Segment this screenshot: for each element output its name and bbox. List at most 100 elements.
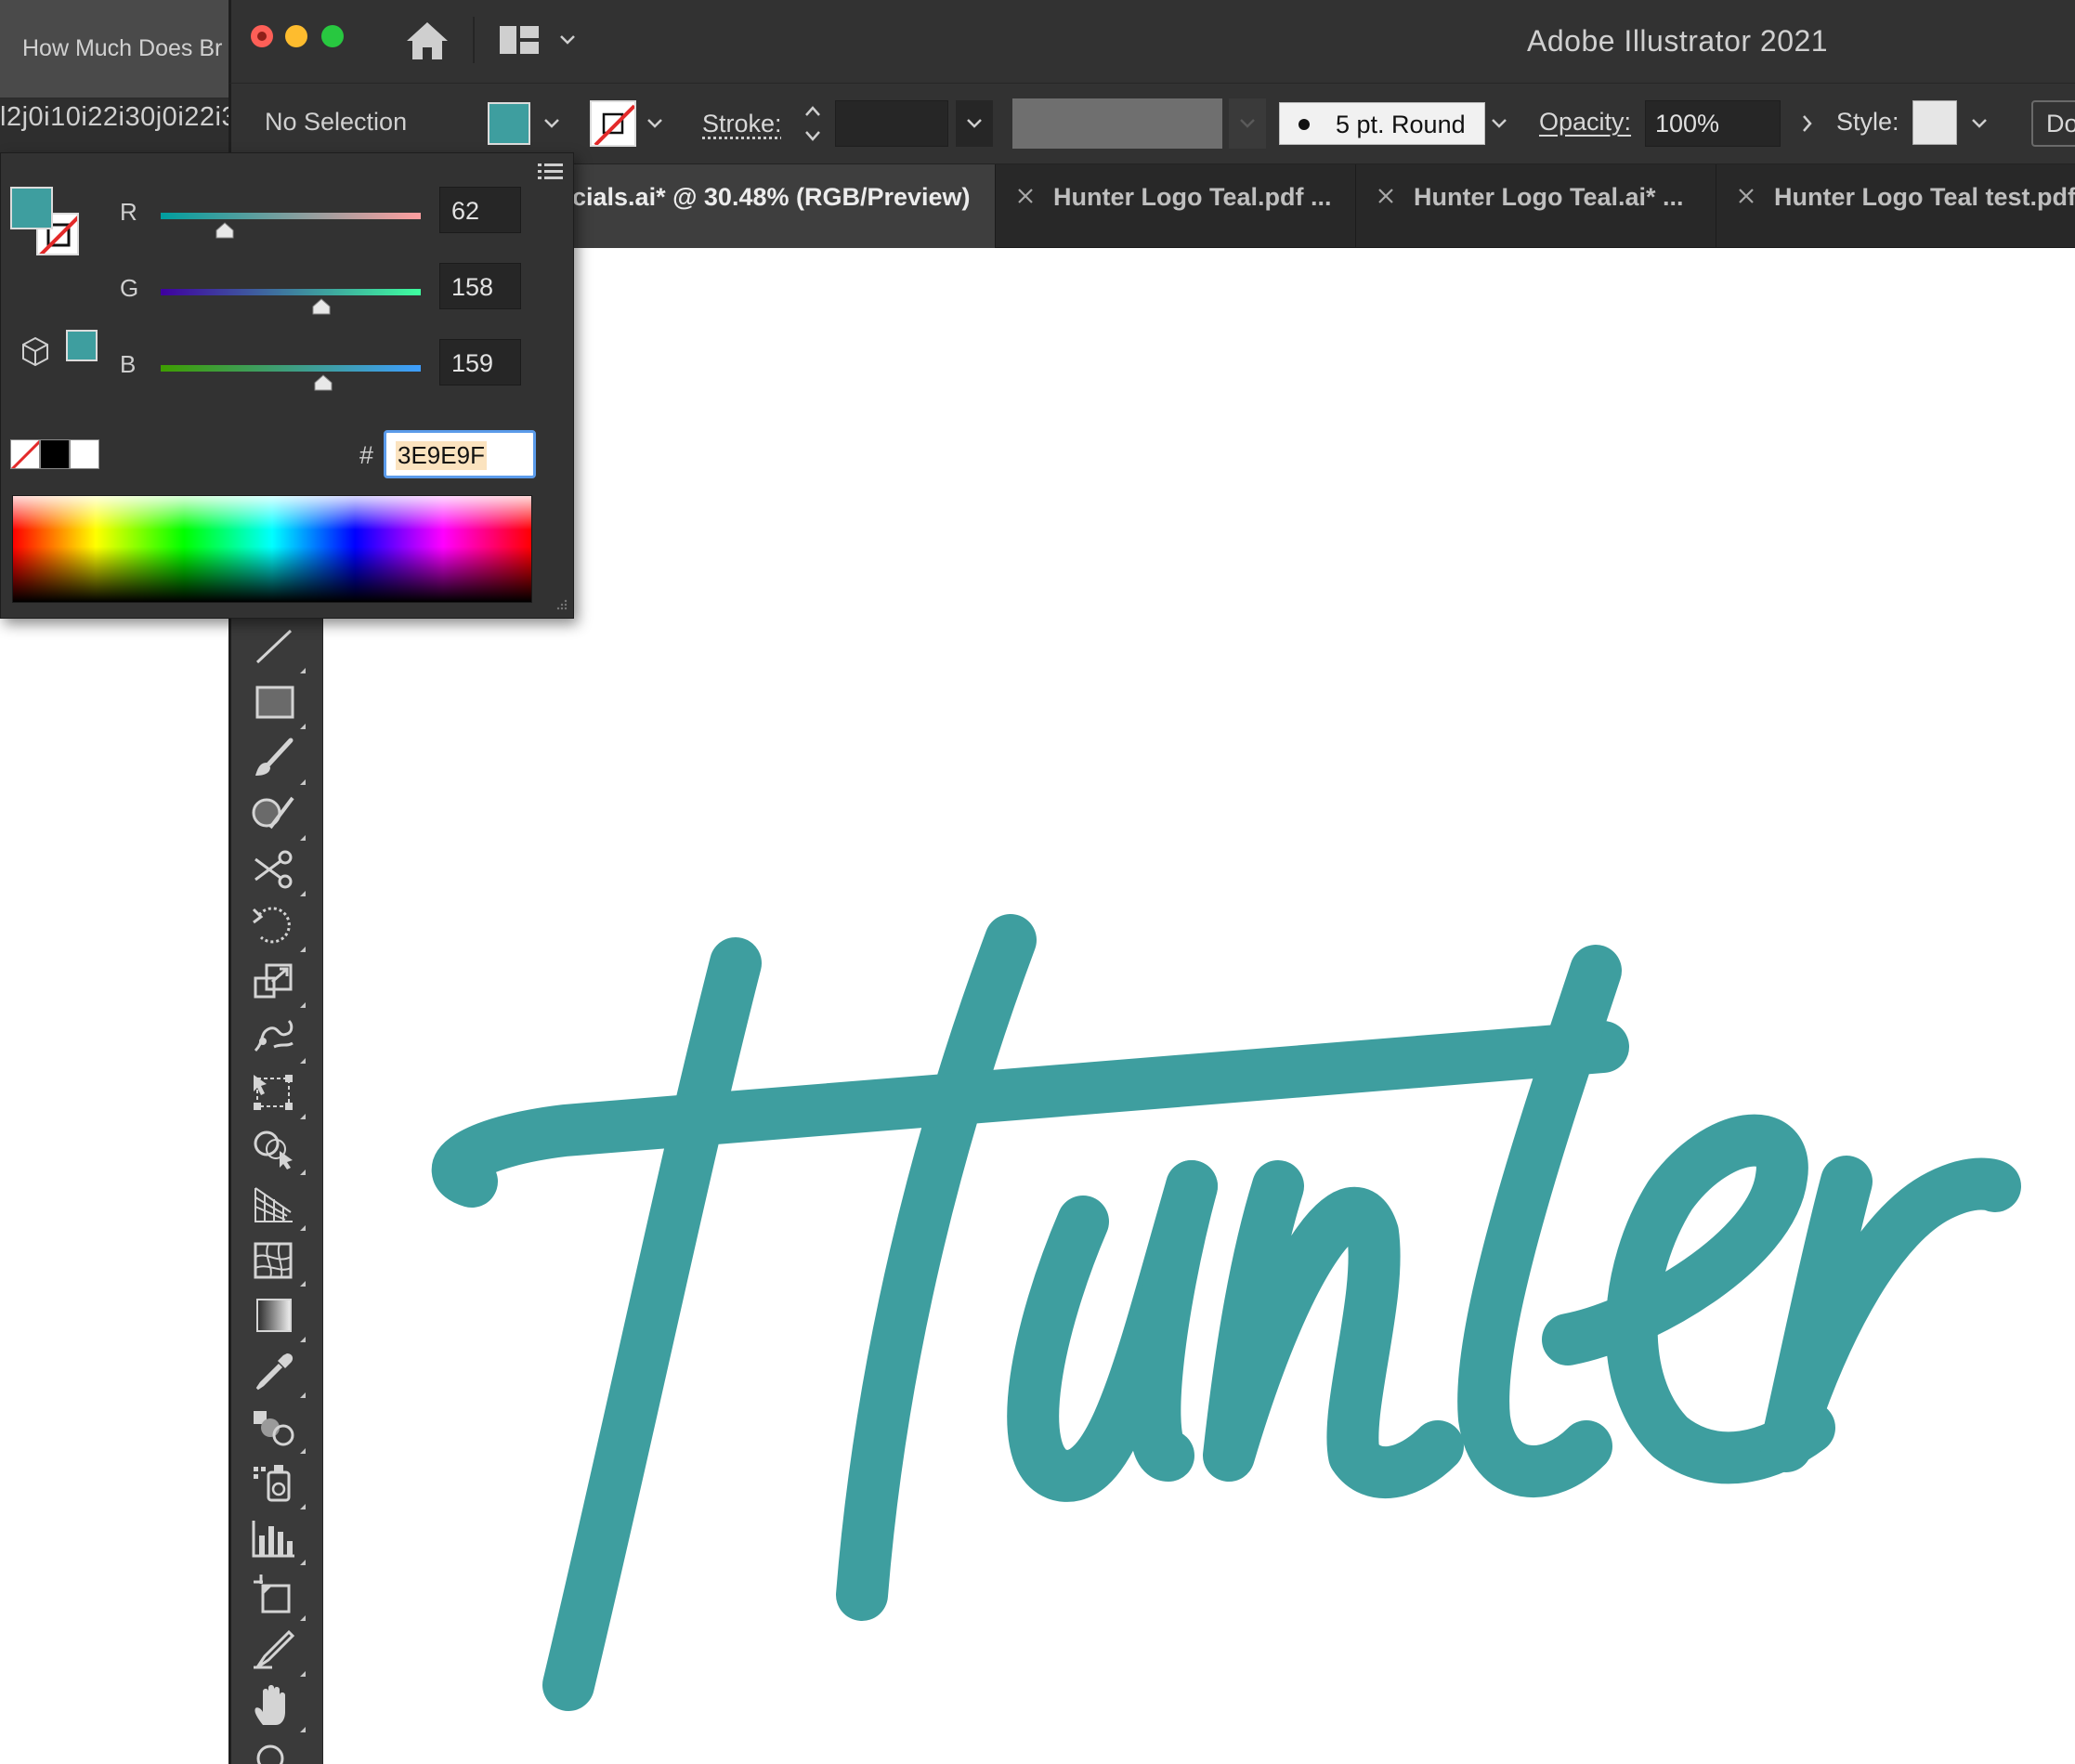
document-tab[interactable]: Hunter Logo Teal test.pdf (1716, 164, 2075, 248)
stroke-color-swatch[interactable] (590, 100, 636, 147)
window-close-button[interactable] (251, 25, 273, 47)
browser-tab-title: How Much Does Br (22, 35, 222, 62)
style-dropdown[interactable] (1965, 102, 1993, 145)
mesh-tool[interactable] (246, 1236, 311, 1288)
scissors-tool[interactable] (246, 846, 311, 898)
blue-value-input[interactable]: 159 (439, 339, 521, 385)
chevron-down-icon (956, 100, 993, 147)
eyedropper-tool-icon (246, 1348, 302, 1394)
style-label: Style: (1836, 108, 1899, 137)
zoom-tool[interactable] (246, 1738, 311, 1764)
chevron-down-icon (538, 102, 566, 145)
browser-tab[interactable]: How Much Does Br (0, 0, 232, 98)
document-tab[interactable]: Hunter Logo Teal.pdf ... (996, 164, 1356, 248)
gradient-tool[interactable] (246, 1292, 311, 1344)
rectangle-tool-icon (246, 679, 302, 725)
stroke-dropdown[interactable] (641, 102, 669, 145)
column-graph-tool[interactable] (246, 1515, 311, 1567)
logo-stroke-u-right (1155, 1186, 1192, 1456)
fill-stroke-widget[interactable] (10, 187, 81, 257)
stepper-arrows-icon (799, 97, 827, 150)
symbol-sprayer-tool[interactable] (246, 1459, 311, 1511)
blend-tool[interactable] (246, 1404, 311, 1456)
logo-stroke-r (1786, 1182, 1995, 1446)
scale-tool[interactable] (246, 958, 311, 1010)
color-spectrum-bar[interactable] (12, 495, 532, 603)
document-setup-button[interactable]: Do (2031, 100, 2075, 147)
red-slider-track[interactable] (161, 213, 421, 219)
shaper-tool-icon (246, 791, 302, 837)
free-transform-tool[interactable] (246, 1069, 311, 1121)
close-tab-button[interactable] (1735, 185, 1757, 207)
arrange-documents-button[interactable] (498, 23, 541, 57)
home-button[interactable] (403, 19, 451, 63)
app-title: Adobe Illustrator 2021 (1527, 24, 1828, 59)
line-segment-tool[interactable] (246, 623, 311, 675)
variable-width-profile[interactable] (1012, 98, 1222, 149)
zoom-tool-icon (246, 1738, 302, 1764)
close-tab-button[interactable] (1014, 185, 1037, 207)
warp-tool-icon (246, 1013, 302, 1060)
eyedropper-tool[interactable] (246, 1348, 311, 1400)
black-color-swatch[interactable] (40, 439, 70, 469)
window-zoom-button[interactable] (321, 25, 344, 47)
out-of-web-color-button[interactable] (20, 335, 51, 367)
blend-tool-icon (246, 1404, 302, 1450)
illustrator-window: Adobe Illustrator 2021 No Selection Stro… (228, 0, 2075, 1764)
round-brush-icon (1299, 119, 1310, 130)
hand-tool[interactable] (246, 1682, 311, 1734)
artboard-canvas[interactable] (323, 248, 2075, 1764)
opacity-input[interactable]: 100% (1645, 100, 1781, 147)
closest-web-color-swatch[interactable] (66, 330, 98, 361)
paintbrush-tool[interactable] (246, 735, 311, 787)
rotate-tool[interactable] (246, 902, 311, 954)
document-tab-label: Hunter Logo Teal.ai* ... (1414, 183, 1684, 212)
titlebar-divider (473, 17, 475, 63)
white-color-swatch[interactable] (70, 439, 99, 469)
perspective-grid-tool[interactable] (246, 1181, 311, 1233)
scale-tool-icon (246, 958, 302, 1004)
document-tab[interactable]: Hunter Logo Teal.ai* ... (1356, 164, 1716, 248)
green-slider-thumb[interactable] (311, 298, 332, 315)
green-value-input[interactable]: 158 (439, 263, 521, 309)
brush-definition-field[interactable]: 5 pt. Round (1279, 102, 1485, 145)
shape-builder-tool[interactable] (246, 1125, 311, 1177)
window-minimize-button[interactable] (285, 25, 307, 47)
brush-dropdown[interactable] (1485, 102, 1513, 145)
green-slider-track[interactable] (161, 289, 421, 295)
hex-color-input[interactable]: 3E9E9F (384, 430, 536, 478)
graphic-style-swatch[interactable] (1912, 100, 1957, 145)
rectangle-tool[interactable] (246, 679, 311, 731)
fill-dropdown[interactable] (538, 102, 566, 145)
chevron-right-icon (1792, 100, 1823, 147)
variable-width-dropdown[interactable] (1229, 98, 1266, 149)
blue-slider-thumb[interactable] (313, 374, 333, 391)
no-color-icon (592, 102, 636, 147)
rotate-tool-icon (246, 902, 302, 948)
panel-menu-button[interactable] (534, 159, 566, 185)
stroke-weight-stepper[interactable] (799, 97, 827, 150)
fill-swatch[interactable] (10, 187, 53, 229)
logo-stroke-crossbar (458, 1047, 1603, 1182)
warp-tool[interactable] (246, 1013, 311, 1065)
none-color-swatch[interactable] (10, 439, 40, 469)
hand-tool-icon (246, 1682, 302, 1729)
shaper-tool[interactable] (246, 791, 311, 843)
close-tab-button[interactable] (1375, 185, 1397, 207)
fill-color-swatch[interactable] (488, 102, 530, 145)
stroke-weight-dropdown[interactable] (956, 100, 993, 147)
artboard-tool[interactable] (246, 1571, 311, 1623)
panel-resize-grip[interactable] (551, 595, 569, 614)
blue-slider-track[interactable] (161, 365, 421, 372)
red-value-input[interactable]: 62 (439, 187, 521, 233)
slice-tool[interactable] (246, 1627, 311, 1679)
opacity-slider-button[interactable] (1792, 100, 1823, 147)
red-slider-thumb[interactable] (215, 222, 235, 239)
opacity-label[interactable]: Opacity: (1539, 108, 1631, 137)
mesh-tool-icon (246, 1236, 302, 1283)
artboard-tool-icon (246, 1571, 302, 1617)
hunter-logo-artwork[interactable] (323, 248, 2075, 1764)
stroke-label[interactable]: Stroke: (702, 110, 782, 138)
arrange-documents-dropdown[interactable] (556, 28, 579, 50)
stroke-weight-input[interactable] (835, 100, 948, 147)
